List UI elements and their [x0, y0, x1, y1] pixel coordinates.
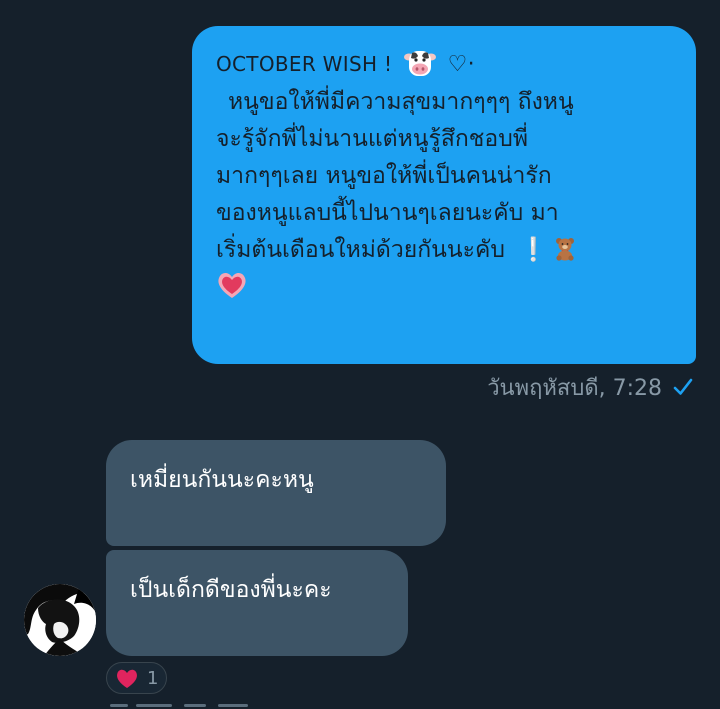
received-message-bubble[interactable]: เหมี่ยนกันนะคะหนู	[106, 440, 446, 546]
teddy-bear-icon	[555, 238, 574, 261]
header-text: OCTOBER WISH !	[216, 52, 393, 76]
sent-message-header: OCTOBER WISH ! ♡·	[216, 48, 676, 80]
message-line: จะรู้จักพี่ไม่นานแต่หนูรู้สึกชอบพี่	[216, 126, 528, 152]
message-line-last: เริ่มต้นเดือนใหม่ด้วยกันนะคับ ❕	[216, 232, 676, 269]
sent-message-body: หนูขอให้พี่มีความสุขมากๆๆๆ ถึงหนู จะรู้จ…	[216, 84, 676, 306]
heart-icon	[117, 669, 137, 688]
check-icon	[673, 378, 693, 395]
message-line-heart	[216, 269, 676, 306]
reaction-count: 1	[147, 667, 159, 689]
message-line: หนูขอให้พี่มีความสุขมากๆๆๆ ถึงหนู	[228, 89, 574, 115]
message-line: เริ่มต้นเดือนใหม่ด้วยกันนะคับ	[216, 237, 505, 263]
avatar-image	[24, 584, 96, 656]
header-heart: ♡·	[447, 52, 475, 77]
pink-heart-icon	[218, 272, 246, 298]
cut-off-glyph	[184, 704, 206, 707]
dm-conversation: OCTOBER WISH ! ♡· หนูขอให้พี่มีความสุขมา…	[0, 0, 720, 709]
sent-message-bubble[interactable]: OCTOBER WISH ! ♡· หนูขอให้พี่มีความสุขมา…	[192, 26, 696, 364]
message-line: ของหนูแลบนี้ไปนานๆเลยนะคับ มา	[216, 200, 559, 226]
cut-off-glyph	[218, 704, 248, 707]
reaction-badge[interactable]: 1	[106, 662, 168, 694]
cut-off-glyph	[110, 704, 128, 707]
received-message-text: เหมี่ยนกันนะคะหนู	[130, 467, 314, 493]
cut-off-glyph	[136, 704, 172, 707]
received-message-text: เป็นเด็กดีของพี่นะคะ	[130, 577, 332, 603]
sent-message-meta: วันพฤหัสบดี, 7:28	[487, 372, 694, 402]
avatar[interactable]	[24, 584, 96, 656]
message-timestamp: วันพฤหัสบดี, 7:28	[487, 375, 662, 401]
cow-face-icon	[403, 51, 436, 76]
received-message-bubble[interactable]: เป็นเด็กดีของพี่นะคะ	[106, 550, 408, 656]
exclamation-mark: ❕	[518, 237, 548, 263]
message-line: มากๆๆเลย หนูขอให้พี่เป็นคนน่ารัก	[216, 163, 552, 189]
cut-off-text	[106, 700, 306, 709]
